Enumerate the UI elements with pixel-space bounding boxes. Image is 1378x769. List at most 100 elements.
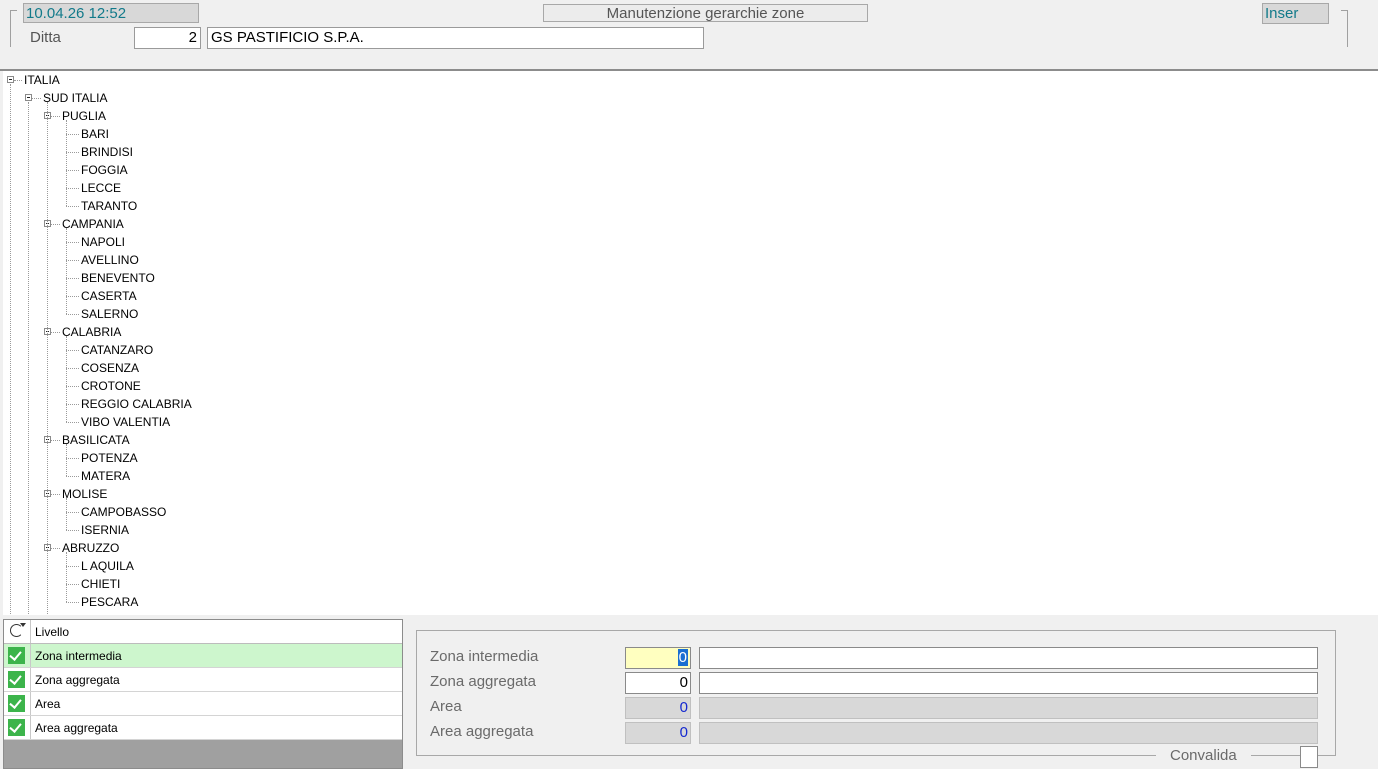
tree-connector [66,120,67,206]
tree-node-leaf[interactable]: CAMPOBASSO [81,503,166,521]
mode-indicator: Inser [1262,3,1329,24]
grid-row-area-aggregata[interactable]: Area aggregata [4,716,402,740]
tree-connector [32,98,41,99]
grid-header-livello[interactable]: Livello [35,620,69,644]
window-title: Manutenzione gerarchie zone [543,4,868,22]
tree-node-leaf[interactable]: POTENZA [81,449,138,467]
levels-grid: Livello Zona intermedia Zona aggregata A… [3,619,403,769]
tree-connector [10,84,11,615]
ditta-label: Ditta [30,29,61,46]
zona-aggregata-desc-field[interactable] [699,672,1318,694]
tree-node-group[interactable]: CAMPANIA [62,215,124,233]
tree-connector [66,512,79,513]
tree-node-leaf[interactable]: PESCARA [81,593,138,611]
tree-connector [51,494,60,495]
tree-node-leaf[interactable]: CHIETI [81,575,120,593]
check-icon [8,695,25,712]
zona-aggregata-code-field[interactable]: 0 [625,672,691,694]
zona-intermedia-label: Zona intermedia [430,648,539,665]
zone-detail-form: Zona intermedia 0 Zona aggregata 0 Area … [416,630,1336,756]
tree-connector [66,444,67,476]
tree-connector [47,102,48,615]
tree-node-leaf[interactable]: NAPOLI [81,233,125,251]
area-code-field: 0 [625,697,691,719]
tree-node-group[interactable]: CALABRIA [62,323,121,341]
tree-node-leaf[interactable]: REGGIO CALABRIA [81,395,192,413]
convalida-checkbox[interactable] [1300,746,1318,768]
tree-node-leaf[interactable]: CROTONE [81,377,141,395]
tree-connector [14,80,22,81]
area-aggregata-label: Area aggregata [430,723,534,740]
tree-connector [66,242,79,243]
tree-node-group[interactable]: PUGLIA [62,107,106,125]
tree-node-leaf[interactable]: AVELLINO [81,251,139,269]
tree-node-leaf[interactable]: VIBO VALENTIA [81,413,170,431]
zone-tree[interactable]: ITALIA SUD ITALIA PUGLIA BARI BRINDISI FOGGIA… [3,71,1378,615]
tree-node-root[interactable]: ITALIA [24,71,60,89]
tree-node-leaf[interactable]: BARI [81,125,109,143]
zone-tree-panel[interactable]: ITALIA SUD ITALIA PUGLIA BARI BRINDISI FOGGIA… [3,71,1378,615]
tree-node-leaf[interactable]: CATANZARO [81,341,153,359]
tree-connector [66,228,67,314]
grid-row-check-cell[interactable] [4,716,31,739]
tree-expander-icon[interactable] [7,76,14,83]
tree-connector [51,332,60,333]
tree-connector [66,404,79,405]
grid-row-check-cell[interactable] [4,644,31,667]
tree-connector [66,566,79,567]
refresh-arrow-icon [20,623,26,627]
datetime-display: 10.04.26 12:52 [23,3,199,23]
tree-node-leaf[interactable]: COSENZA [81,359,139,377]
tree-connector [66,296,79,297]
tree-connector [28,102,29,615]
tree-node-region[interactable]: SUD ITALIA [43,89,107,107]
area-aggregata-code-field: 0 [625,722,691,744]
grid-row-zona-aggregata[interactable]: Zona aggregata [4,668,402,692]
tree-node-leaf[interactable]: ISERNIA [81,521,129,539]
tree-node-leaf[interactable]: BENEVENTO [81,269,155,287]
tree-connector [66,552,67,602]
check-icon [8,719,25,736]
tree-node-leaf[interactable]: CASERTA [81,287,137,305]
tree-node-leaf[interactable]: BRINDISI [81,143,133,161]
tree-node-group[interactable]: ABRUZZO [62,539,119,557]
tree-connector [66,422,79,423]
zona-intermedia-code-value: 0 [677,649,688,666]
tree-connector [66,350,79,351]
tree-node-leaf[interactable]: MATERA [81,467,130,485]
grid-row-check-cell[interactable] [4,668,31,691]
tree-node-group[interactable]: BASILICATA [62,431,130,449]
tree-node-leaf[interactable]: LECCE [81,179,121,197]
grid-row-area[interactable]: Area [4,692,402,716]
check-icon [8,671,25,688]
tree-connector [66,260,79,261]
tree-connector [66,458,79,459]
tree-connector [66,278,79,279]
zona-intermedia-code-field[interactable]: 0 [625,647,691,669]
tree-connector [66,368,79,369]
tree-node-group[interactable]: MOLISE [62,485,107,503]
area-desc-field [699,697,1318,719]
refresh-button[interactable] [4,620,31,643]
tree-connector [66,170,79,171]
grid-row-label: Zona intermedia [35,649,122,663]
grid-row-label: Area aggregata [35,721,118,735]
grid-row-zona-intermedia[interactable]: Zona intermedia [4,644,402,668]
zona-aggregata-label: Zona aggregata [430,673,536,690]
header-frame-right [1341,10,1348,47]
tree-node-leaf[interactable]: L AQUILA [81,557,134,575]
tree-node-leaf[interactable]: FOGGIA [81,161,128,179]
tree-node-leaf[interactable]: TARANTO [81,197,137,215]
grid-row-check-cell[interactable] [4,692,31,715]
ditta-code-field[interactable]: 2 [134,27,201,49]
convalida-label: Convalida [1156,746,1251,766]
tree-connector [66,602,79,603]
zona-intermedia-desc-field[interactable] [699,647,1318,669]
check-icon [8,647,25,664]
tree-connector [66,386,79,387]
tree-connector [66,134,79,135]
tree-expander-icon[interactable] [25,94,32,101]
grid-row-label: Area [35,697,61,711]
header-frame-left [10,10,17,47]
tree-node-leaf[interactable]: SALERNO [81,305,138,323]
